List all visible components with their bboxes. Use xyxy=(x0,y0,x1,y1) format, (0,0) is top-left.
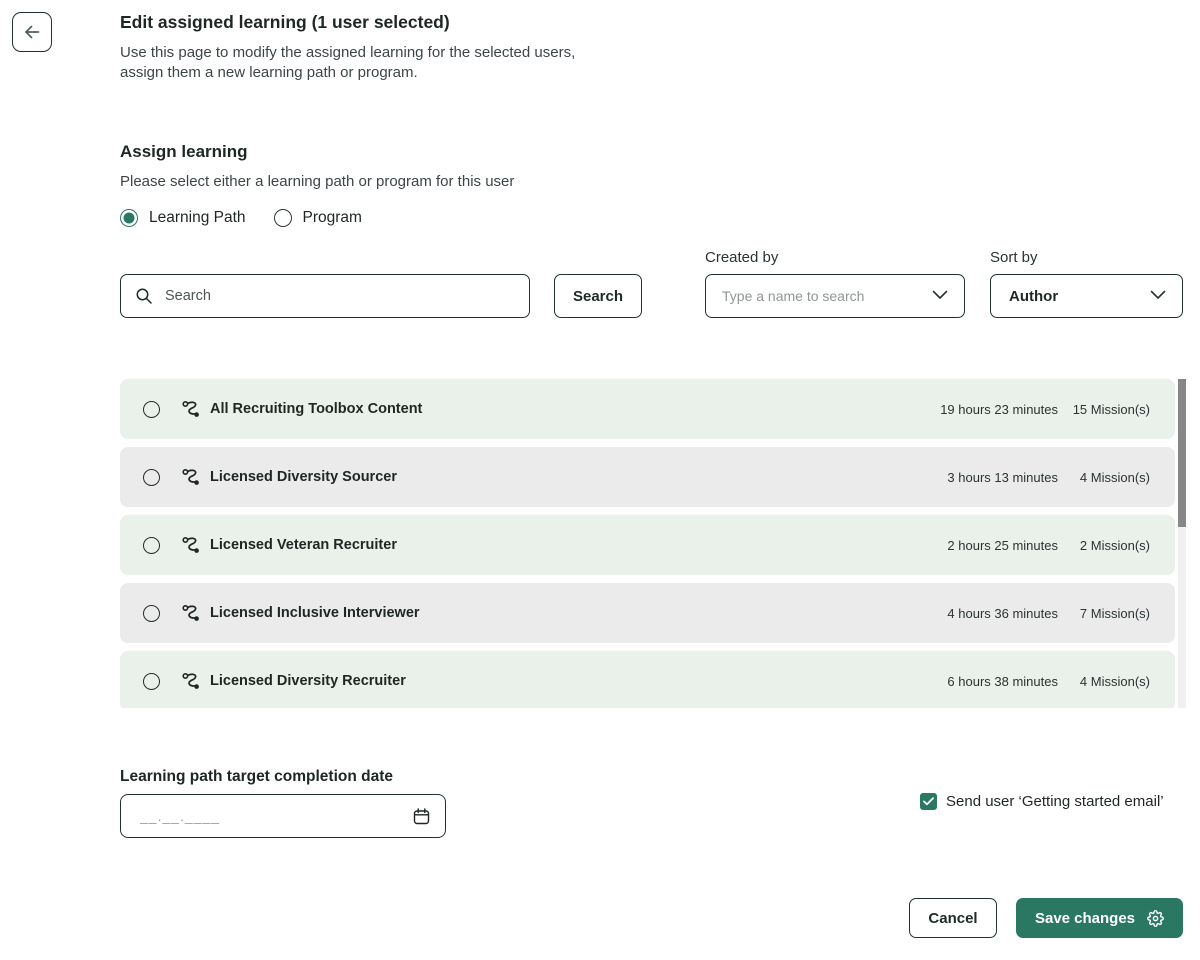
learning-path-row[interactable]: Licensed Diversity Recruiter 6 hours 38 … xyxy=(120,651,1175,708)
save-changes-label: Save changes xyxy=(1035,910,1135,927)
learning-path-duration: 6 hours 38 minutes xyxy=(947,674,1058,689)
learning-path-list: All Recruiting Toolbox Content 19 hours … xyxy=(120,379,1175,708)
radio-option-label: Program xyxy=(303,209,362,227)
list-scrollbar-thumb[interactable] xyxy=(1178,379,1186,527)
cancel-button[interactable]: Cancel xyxy=(909,898,997,938)
radio-icon[interactable] xyxy=(274,209,292,227)
row-radio-icon[interactable] xyxy=(143,401,160,418)
row-radio-icon[interactable] xyxy=(143,673,160,690)
learning-path-duration: 4 hours 36 minutes xyxy=(947,606,1058,621)
sort-by-value: Author xyxy=(991,288,1058,305)
route-path-icon xyxy=(181,603,202,624)
created-by-placeholder: Type a name to search xyxy=(706,288,864,304)
learning-path-missions: 7 Mission(s) xyxy=(1058,606,1150,621)
list-scrollbar-track[interactable] xyxy=(1178,379,1186,708)
check-icon xyxy=(923,797,934,806)
learning-path-title: Licensed Diversity Sourcer xyxy=(210,469,397,485)
save-changes-button[interactable]: Save changes xyxy=(1016,898,1183,938)
created-by-label: Created by xyxy=(705,249,778,266)
learning-path-missions: 4 Mission(s) xyxy=(1058,470,1150,485)
sort-by-label: Sort by xyxy=(990,249,1038,266)
learning-path-duration: 19 hours 23 minutes xyxy=(940,402,1058,417)
back-button[interactable] xyxy=(12,12,52,52)
learning-path-missions: 2 Mission(s) xyxy=(1058,538,1150,553)
getting-started-label: Send user ‘Getting started email’ xyxy=(946,793,1164,810)
assign-learning-subtitle: Please select either a learning path or … xyxy=(120,173,514,190)
learning-path-title: All Recruiting Toolbox Content xyxy=(210,401,422,417)
completion-date-input[interactable] xyxy=(120,794,446,838)
learning-path-duration: 3 hours 13 minutes xyxy=(947,470,1058,485)
assign-type-option[interactable]: Program xyxy=(274,209,362,227)
learning-path-row[interactable]: All Recruiting Toolbox Content 19 hours … xyxy=(120,379,1175,439)
learning-path-missions: 15 Mission(s) xyxy=(1058,402,1150,417)
gear-icon xyxy=(1147,910,1164,927)
search-field-wrapper xyxy=(120,274,530,318)
chevron-down-icon xyxy=(1150,287,1166,305)
getting-started-checkbox[interactable] xyxy=(920,793,937,810)
row-radio-icon[interactable] xyxy=(143,537,160,554)
search-button[interactable]: Search xyxy=(554,274,642,318)
search-input[interactable] xyxy=(120,274,530,318)
route-path-icon xyxy=(181,535,202,556)
route-path-icon xyxy=(181,399,202,420)
radio-option-label: Learning Path xyxy=(149,209,246,227)
getting-started-email-option[interactable]: Send user ‘Getting started email’ xyxy=(920,793,1164,810)
page-description: Use this page to modify the assigned lea… xyxy=(120,43,620,83)
assign-type-radio-group: Learning Path Program xyxy=(120,209,362,227)
learning-path-title: Licensed Inclusive Interviewer xyxy=(210,605,420,621)
learning-path-row[interactable]: Licensed Diversity Sourcer 3 hours 13 mi… xyxy=(120,447,1175,507)
assign-learning-heading: Assign learning xyxy=(120,142,248,162)
route-path-icon xyxy=(181,467,202,488)
chevron-down-icon xyxy=(932,287,948,305)
learning-path-title: Licensed Veteran Recruiter xyxy=(210,537,397,553)
edit-assigned-learning-page: Edit assigned learning (1 user selected)… xyxy=(0,0,1200,960)
completion-date-wrapper xyxy=(120,794,446,838)
row-radio-icon[interactable] xyxy=(143,469,160,486)
assign-type-option[interactable]: Learning Path xyxy=(120,209,246,227)
arrow-left-icon xyxy=(21,21,43,43)
sort-by-dropdown[interactable]: Author xyxy=(990,274,1183,318)
learning-path-row[interactable]: Licensed Veteran Recruiter 2 hours 25 mi… xyxy=(120,515,1175,575)
page-title: Edit assigned learning (1 user selected) xyxy=(120,12,450,33)
learning-path-duration: 2 hours 25 minutes xyxy=(947,538,1058,553)
learning-path-missions: 4 Mission(s) xyxy=(1058,674,1150,689)
created-by-dropdown[interactable]: Type a name to search xyxy=(705,274,965,318)
row-radio-icon[interactable] xyxy=(143,605,160,622)
learning-path-row[interactable]: Licensed Inclusive Interviewer 4 hours 3… xyxy=(120,583,1175,643)
radio-icon[interactable] xyxy=(120,209,138,227)
route-path-icon xyxy=(181,671,202,692)
completion-date-label: Learning path target completion date xyxy=(120,768,393,786)
learning-path-title: Licensed Diversity Recruiter xyxy=(210,673,406,689)
